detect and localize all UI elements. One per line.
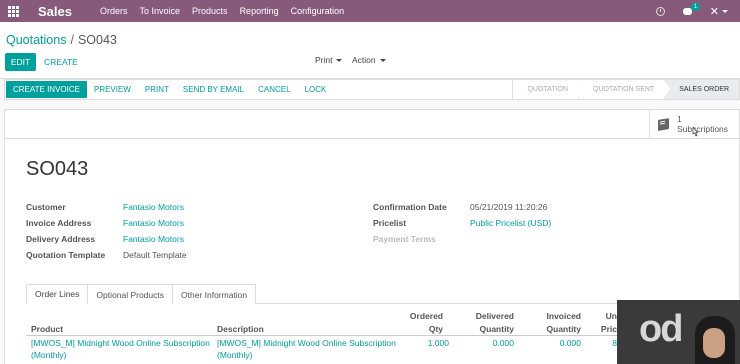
chat-count-badge: 1 [690, 2, 701, 11]
ordered-qty-cell[interactable]: 1.000 [391, 338, 449, 349]
column-ordered-qty-line1[interactable]: Ordered [391, 310, 443, 322]
tab-optional-products[interactable]: Optional Products [87, 284, 173, 304]
stage-sales-order[interactable]: SALES ORDER [664, 80, 739, 99]
book-icon [658, 117, 669, 131]
product-cell-line1[interactable]: [MWOS_M] Midnight Wood Online Subscripti… [31, 338, 210, 349]
pricelist-link[interactable]: Public Pricelist (USD) [470, 218, 551, 228]
breadcrumb-current: SO043 [77, 33, 117, 47]
chevron-down-icon [336, 58, 343, 62]
action-dropdown[interactable]: Action [352, 55, 386, 65]
column-unit-price-line2[interactable]: Pric [591, 323, 617, 335]
delivered-qty-cell[interactable]: 0.000 [456, 338, 514, 349]
notebook-tabs: Order Lines Optional Products Other Info… [26, 284, 257, 304]
delivery-address-link[interactable]: Fantasio Motors [123, 234, 184, 244]
subscriptions-smart-button[interactable]: 1 Subscriptions [649, 110, 739, 139]
field-invoice-address: Invoice Address Fantasio Motors [26, 218, 184, 228]
product-cell-line2[interactable]: (Monthly) [31, 350, 66, 361]
description-cell-line1[interactable]: [MWOS_M] Midnight Wood Online Subscripti… [217, 338, 396, 349]
column-ordered-qty-line2[interactable]: Qty [391, 323, 443, 335]
field-label: Payment Terms [373, 234, 436, 244]
main-menu: Orders To Invoice Products Reporting Con… [100, 6, 344, 16]
smart-button-count: 1 [677, 114, 682, 124]
print-button[interactable]: PRINT [138, 85, 176, 94]
stage-quotation-sent[interactable]: QUOTATION SENT [578, 80, 671, 99]
column-description[interactable]: Description [217, 323, 264, 335]
create-button[interactable]: CREATE [44, 53, 78, 71]
print-dropdown[interactable]: Print [315, 55, 343, 65]
webcam-logo: od [639, 308, 683, 350]
quotation-template-value: Default Template [123, 250, 187, 260]
stage-quotation[interactable]: QUOTATION [512, 80, 584, 99]
lock-button[interactable]: LOCK [298, 85, 334, 94]
menu-to-invoice[interactable]: To Invoice [140, 6, 181, 16]
field-label: Delivery Address [26, 234, 96, 244]
field-delivery-address: Delivery Address Fantasio Motors [26, 234, 184, 244]
confirmation-date-value: 05/21/2019 11:20:26 [470, 202, 548, 212]
tab-order-lines[interactable]: Order Lines [26, 284, 89, 304]
record-title: SO043 [26, 158, 89, 180]
menu-products[interactable]: Products [192, 6, 228, 16]
stage-pipeline: QUOTATION QUOTATION SENT SALES ORDER [512, 80, 739, 99]
invoiced-qty-cell[interactable]: 0.000 [526, 338, 581, 349]
action-dropdown-label: Action [352, 55, 376, 65]
field-label: Pricelist [373, 218, 407, 228]
systray: 1 ✕ [655, 0, 728, 22]
column-delivered-qty-line1[interactable]: Delivered [456, 310, 514, 322]
control-panel: Quotations / SO043 EDIT CREATE Print Actio… [0, 22, 740, 79]
menu-orders[interactable]: Orders [100, 6, 128, 16]
activity-clock-icon[interactable] [655, 6, 665, 16]
field-label: Customer [26, 202, 66, 212]
messaging-menu[interactable]: 1 [682, 2, 701, 15]
field-pricelist: Pricelist Public Pricelist (USD) [373, 218, 551, 228]
field-quotation-template: Quotation Template Default Template [26, 250, 187, 260]
app-title: Sales [38, 3, 72, 19]
tab-other-information[interactable]: Other Information [172, 284, 257, 304]
send-by-email-button[interactable]: SEND BY EMAIL [176, 85, 251, 94]
column-product[interactable]: Product [31, 323, 63, 335]
invoice-address-link[interactable]: Fantasio Motors [123, 218, 184, 228]
column-unit-price-line1[interactable]: Un [591, 310, 617, 322]
tools-icon: ✕ [709, 5, 719, 18]
field-label: Quotation Template [26, 250, 106, 260]
form-statusbar: CREATE INVOICE PREVIEW PRINT SEND BY EMA… [4, 79, 740, 100]
breadcrumb-separator: / [70, 33, 74, 47]
cancel-button[interactable]: CANCEL [251, 85, 297, 94]
column-delivered-qty-line2[interactable]: Quantity [456, 323, 514, 335]
chevron-down-icon [379, 58, 386, 62]
column-invoiced-qty-line2[interactable]: Quantity [526, 323, 581, 335]
preview-button[interactable]: PREVIEW [87, 85, 138, 94]
column-invoiced-qty-line1[interactable]: Invoiced [526, 310, 581, 322]
unit-price-cell[interactable]: 8 [591, 338, 617, 349]
debug-tools-menu[interactable]: ✕ [710, 5, 728, 18]
print-dropdown-label: Print [315, 55, 333, 65]
menu-configuration[interactable]: Configuration [291, 6, 345, 16]
field-confirmation-date: Confirmation Date 05/21/2019 11:20:26 [373, 202, 547, 212]
field-payment-terms: Payment Terms [373, 234, 470, 244]
create-invoice-button[interactable]: CREATE INVOICE [6, 81, 87, 98]
chevron-down-icon [722, 9, 728, 13]
smart-button-label: Subscriptions [677, 124, 729, 134]
pointer-cursor-icon [692, 127, 699, 137]
field-label: Confirmation Date [373, 202, 447, 212]
presenter-face [703, 328, 725, 358]
customer-link[interactable]: Fantasio Motors [123, 202, 184, 212]
apps-grid-icon[interactable] [2, 0, 24, 22]
webcam-overlay: od [617, 300, 740, 364]
edit-button[interactable]: EDIT [5, 53, 36, 71]
field-label: Invoice Address [26, 218, 92, 228]
menu-reporting[interactable]: Reporting [240, 6, 279, 16]
top-navbar: Sales Orders To Invoice Products Reporti… [0, 0, 740, 22]
breadcrumb-quotations[interactable]: Quotations [6, 33, 66, 47]
field-customer: Customer Fantasio Motors [26, 202, 184, 212]
breadcrumb: Quotations / SO043 [6, 33, 117, 47]
divider [5, 138, 651, 139]
order-lines-header: Product Description Ordered Qty Delivere… [26, 306, 666, 335]
description-cell-line2[interactable]: (Monthly) [217, 350, 252, 361]
